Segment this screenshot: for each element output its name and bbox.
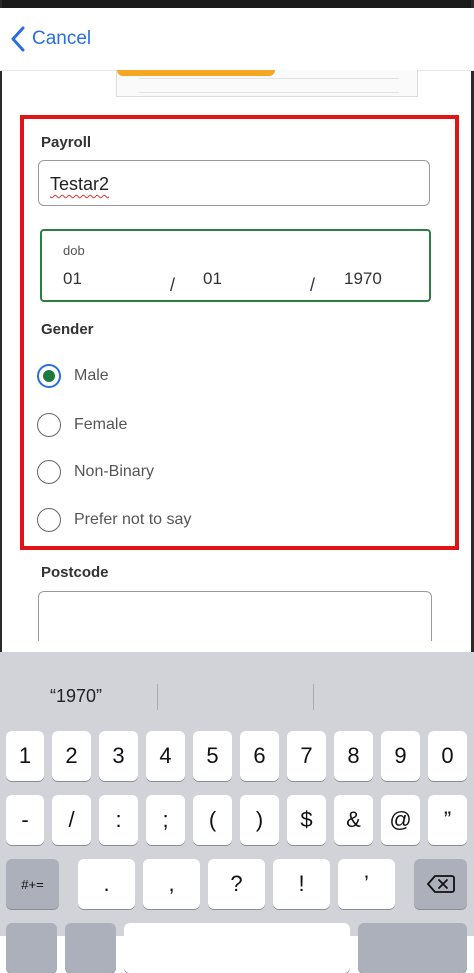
gender-option-male[interactable]: Male (37, 364, 109, 388)
keyboard-suggestion-bar: “1970” (0, 652, 474, 724)
key-dollar[interactable]: $ (287, 795, 326, 845)
radio-button[interactable] (37, 460, 61, 484)
cancel-button[interactable]: Cancel (10, 26, 91, 52)
chevron-left-icon (11, 26, 25, 52)
key-0[interactable]: 0 (428, 731, 467, 781)
gender-option-label: Male (74, 367, 109, 384)
postcode-input[interactable] (38, 591, 432, 641)
key-8[interactable]: 8 (334, 731, 373, 781)
key-5[interactable]: 5 (193, 731, 232, 781)
dob-month-field[interactable]: 01 (203, 269, 222, 289)
dob-separator: / (310, 275, 316, 295)
key-exclamation[interactable]: ! (273, 859, 330, 909)
dob-field[interactable]: dob 01 / 01 / 1970 (40, 229, 431, 302)
key-1[interactable]: 1 (6, 731, 44, 781)
key-9[interactable]: 9 (381, 731, 420, 781)
radio-button-selected[interactable] (37, 364, 61, 388)
radio-button[interactable] (37, 413, 61, 437)
gender-option-label: Female (74, 416, 128, 433)
key-slash[interactable]: / (52, 795, 91, 845)
gender-option-label: Non-Binary (74, 463, 155, 480)
key-ampersand[interactable]: & (334, 795, 373, 845)
key-open-paren[interactable]: ( (193, 795, 232, 845)
keyboard-suggestion[interactable]: “1970” (50, 686, 102, 707)
backspace-key[interactable] (414, 859, 467, 909)
gender-label: Gender (41, 321, 94, 338)
gender-option-prefer-not-to-say[interactable]: Prefer not to say (37, 508, 191, 532)
previous-section-preview (116, 70, 418, 97)
payroll-input[interactable]: Testar2 (38, 160, 430, 206)
key-semicolon[interactable]: ; (146, 795, 185, 845)
key-3[interactable]: 3 (99, 731, 138, 781)
key-abc[interactable] (6, 923, 57, 973)
key-2[interactable]: 2 (52, 731, 91, 781)
gender-option-non-binary[interactable]: Non-Binary (37, 460, 154, 484)
device-frame-top (0, 0, 474, 8)
key-at[interactable]: @ (381, 795, 420, 845)
dob-separator: / (170, 275, 176, 295)
key-hyphen[interactable]: - (6, 795, 44, 845)
key-6[interactable]: 6 (240, 731, 279, 781)
payroll-label: Payroll (41, 134, 92, 151)
key-comma[interactable]: , (143, 859, 200, 909)
key-4[interactable]: 4 (146, 731, 185, 781)
gender-option-female[interactable]: Female (37, 413, 127, 437)
key-question[interactable]: ? (208, 859, 265, 909)
postcode-label: Postcode (41, 564, 109, 581)
dob-label: dob (63, 243, 85, 258)
keyboard: “1970” 1 2 3 4 5 6 7 8 9 0 - / : ; ( ) $… (0, 652, 474, 973)
cancel-label: Cancel (32, 28, 92, 49)
payroll-input-value: Testar2 (50, 174, 110, 194)
backspace-icon (426, 875, 455, 893)
key-quote[interactable]: ” (428, 795, 467, 845)
dob-day-field[interactable]: 01 (63, 269, 82, 289)
space-key[interactable] (124, 923, 350, 973)
key-close-paren[interactable]: ) (240, 795, 279, 845)
gender-option-label: Prefer not to say (74, 511, 192, 528)
key-apostrophe[interactable]: ’ (338, 859, 395, 909)
dob-year-field[interactable]: 1970 (344, 269, 382, 289)
radio-button[interactable] (37, 508, 61, 532)
navigation-bar: Cancel (0, 8, 474, 71)
key-7[interactable]: 7 (287, 731, 326, 781)
key-emoji[interactable] (65, 923, 116, 973)
key-colon[interactable]: : (99, 795, 138, 845)
return-key[interactable] (358, 923, 467, 973)
key-more-symbols[interactable]: #+= (6, 859, 59, 909)
key-period[interactable]: . (78, 859, 135, 909)
